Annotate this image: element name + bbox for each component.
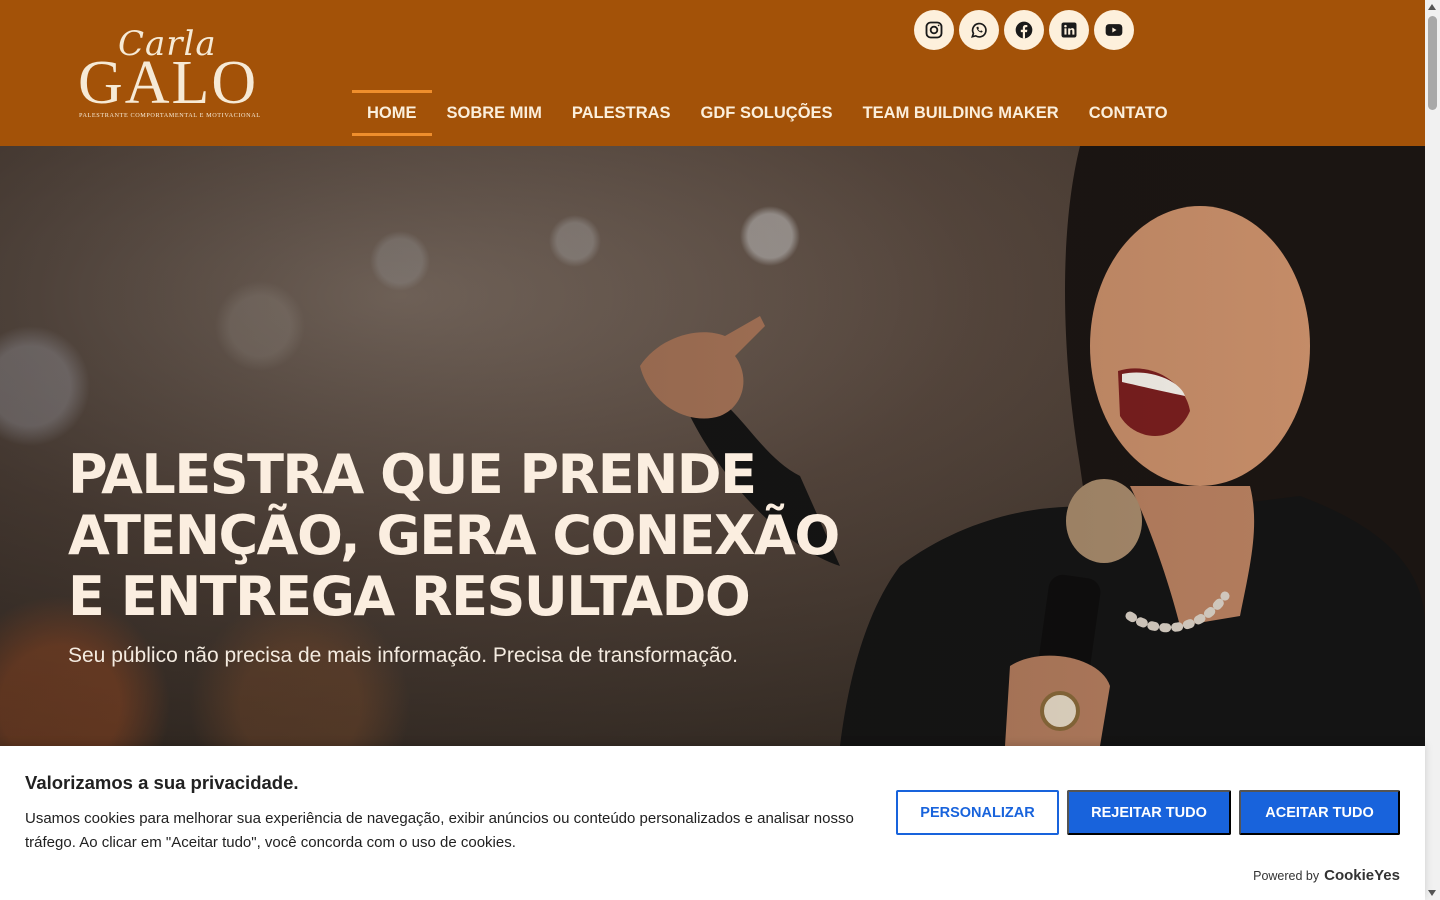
logo-tagline: PALESTRANTE COMPORTAMENTAL E MOTIVACIONA… xyxy=(79,112,261,119)
instagram-icon xyxy=(925,21,943,39)
main-nav: HOME SOBRE MIM PALESTRAS GDF SOLUÇÕES TE… xyxy=(352,90,1183,136)
linkedin-icon xyxy=(1061,22,1077,38)
instagram-link[interactable] xyxy=(914,10,954,50)
youtube-icon xyxy=(1105,24,1123,36)
nav-palestras[interactable]: PALESTRAS xyxy=(557,90,686,136)
social-links xyxy=(914,10,1134,50)
accept-all-button[interactable]: ACEITAR TUDO xyxy=(1239,790,1400,835)
powered-by-label: Powered by xyxy=(1253,869,1320,883)
nav-contato[interactable]: CONTATO xyxy=(1074,90,1183,136)
powered-by: Powered by CookieYes xyxy=(1253,867,1400,884)
logo[interactable]: Carla GALO PALESTRANTE COMPORTAMENTAL E … xyxy=(78,24,268,124)
cookieyes-logo[interactable]: CookieYes xyxy=(1324,867,1400,884)
linkedin-link[interactable] xyxy=(1049,10,1089,50)
whatsapp-link[interactable] xyxy=(959,10,999,50)
hero-section: PALESTRA QUE PRENDE ATENÇÃO, GERA CONEXÃ… xyxy=(0,146,1425,746)
cookie-banner: Valorizamos a sua privacidade. Usamos co… xyxy=(0,746,1425,900)
facebook-icon xyxy=(1015,21,1033,39)
scroll-up-arrow-icon[interactable] xyxy=(1428,4,1436,10)
cookie-title: Valorizamos a sua privacidade. xyxy=(25,772,299,793)
hero-subtitle: Seu público não precisa de mais informaç… xyxy=(68,644,739,667)
nav-gdf-solucoes[interactable]: GDF SOLUÇÕES xyxy=(686,90,848,136)
cookie-description: Usamos cookies para melhorar sua experiê… xyxy=(25,810,854,851)
customize-button[interactable]: PERSONALIZAR xyxy=(896,790,1059,835)
youtube-link[interactable] xyxy=(1094,10,1134,50)
logo-name: GALO xyxy=(78,49,259,117)
scroll-thumb[interactable] xyxy=(1428,16,1437,110)
site-header: Carla GALO PALESTRANTE COMPORTAMENTAL E … xyxy=(0,0,1425,146)
nav-team-building-maker[interactable]: TEAM BUILDING MAKER xyxy=(848,90,1074,136)
scroll-down-arrow-icon[interactable] xyxy=(1428,890,1436,896)
facebook-link[interactable] xyxy=(1004,10,1044,50)
hero-title: PALESTRA QUE PRENDE ATENÇÃO, GERA CONEXÃ… xyxy=(68,443,840,628)
page-scrollbar[interactable] xyxy=(1425,0,1440,900)
whatsapp-icon xyxy=(971,22,987,38)
nav-sobre-mim[interactable]: SOBRE MIM xyxy=(432,90,557,136)
reject-all-button[interactable]: REJEITAR TUDO xyxy=(1067,790,1231,835)
nav-home[interactable]: HOME xyxy=(352,90,432,136)
